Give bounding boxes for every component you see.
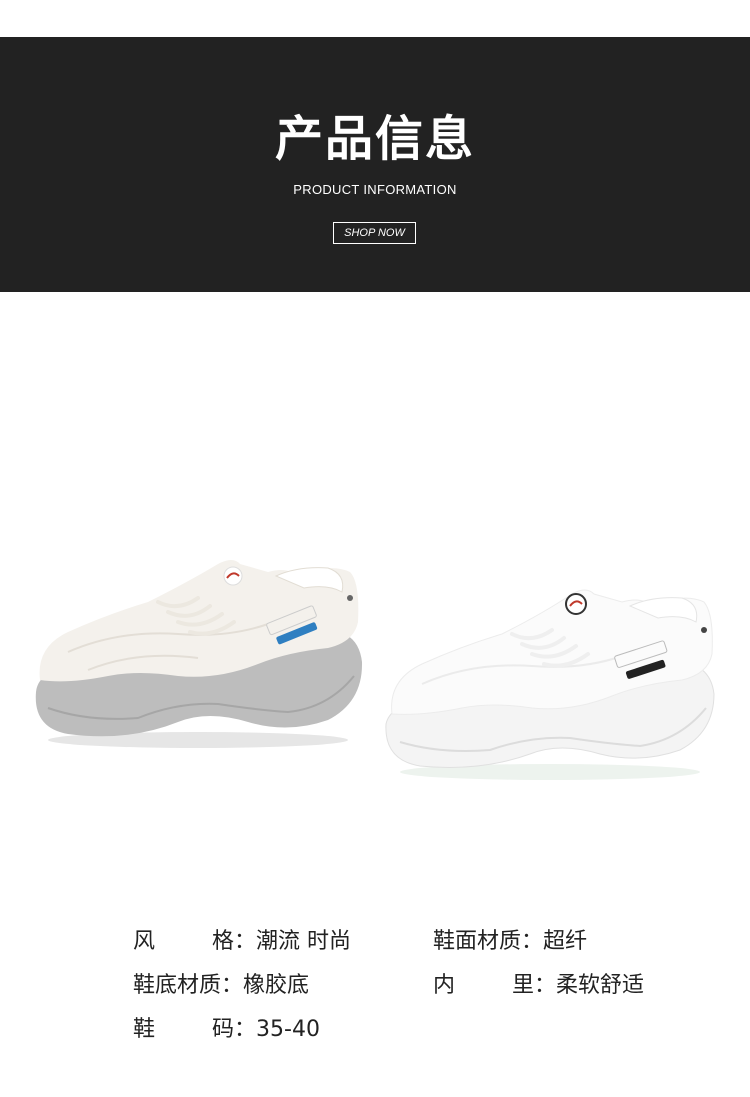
spec-separator: ： — [234, 1017, 257, 1042]
sneaker-white-sole-image — [385, 589, 715, 780]
spec-size: 鞋码：35-40 — [133, 1010, 320, 1050]
spec-label: 鞋底材质 — [133, 973, 222, 998]
spec-label: 鞋面材质 — [433, 929, 522, 954]
spec-value: 橡胶底 — [243, 973, 310, 998]
spec-lining: 内里：柔软舒适 — [433, 966, 644, 1006]
spec-separator: ： — [521, 929, 544, 954]
spec-value: 35-40 — [256, 1017, 320, 1042]
spec-sole-material: 鞋底材质：橡胶底 — [133, 966, 309, 1006]
spec-table: 风格：潮流 时尚 鞋面材质：超纤 鞋底材质：橡胶底 内里：柔软舒适 鞋码：35-… — [0, 920, 750, 1060]
spec-style: 风格：潮流 时尚 — [133, 922, 351, 962]
spec-label: 风格 — [133, 929, 234, 954]
banner-title: 产品信息 — [274, 111, 475, 167]
sneaker-grey-sole-image — [35, 560, 363, 748]
spec-value: 柔软舒适 — [556, 973, 645, 998]
banner-subtitle: PRODUCT INFORMATION — [293, 182, 457, 197]
spec-value: 潮流 时尚 — [256, 929, 352, 954]
shop-now-button[interactable]: SHOP NOW — [333, 222, 416, 244]
spec-label: 鞋码 — [133, 1017, 234, 1042]
product-info-banner: 产品信息 PRODUCT INFORMATION SHOP NOW — [0, 37, 750, 292]
spec-value: 超纤 — [543, 929, 588, 954]
spec-separator: ： — [534, 973, 557, 998]
spec-label: 内里 — [433, 973, 534, 998]
spec-upper-material: 鞋面材质：超纤 — [433, 922, 587, 962]
product-image — [0, 292, 750, 892]
spec-separator: ： — [234, 929, 257, 954]
spec-separator: ： — [221, 973, 244, 998]
